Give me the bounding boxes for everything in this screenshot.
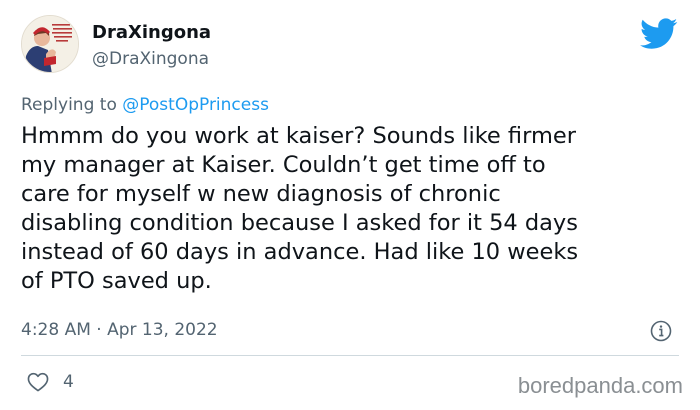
heart-icon[interactable] [27,372,49,392]
replying-prefix: Replying to [21,95,117,115]
tweet-text-line: of PTO saved up. [21,268,212,294]
avatar[interactable] [21,15,79,73]
divider [21,355,679,356]
twitter-bird-icon[interactable] [640,18,678,50]
avatar-image [22,16,78,72]
tweet-card: DraXingona @DraXingona Replying to @Post… [0,0,700,410]
mention-link[interactable]: @PostOpPrincess [122,95,269,115]
tweet-text-line: care for myself w new diagnosis of chron… [21,181,501,207]
user-handle[interactable]: @DraXingona [92,49,209,69]
tweet-text-line: instead of 60 days in advance. Had like … [21,239,579,265]
replying-to: Replying to @PostOpPrincess [21,95,269,115]
like-button[interactable]: 4 [27,372,74,392]
watermark: boredpanda.com [517,373,683,398]
like-count: 4 [63,372,74,392]
info-icon[interactable] [650,320,672,342]
tweet-timestamp[interactable]: 4:28 AM · Apr 13, 2022 [21,320,218,340]
display-name[interactable]: DraXingona [92,22,211,43]
tweet-text: Hmmm do you work at kaiser? Sounds like … [21,122,681,296]
tweet-text-line: disabling condition because I asked for … [21,210,578,236]
tweet-text-line: my manager at Kaiser. Couldn’t get time … [21,152,546,178]
tweet-text-line: Hmmm do you work at kaiser? Sounds like … [21,123,576,149]
